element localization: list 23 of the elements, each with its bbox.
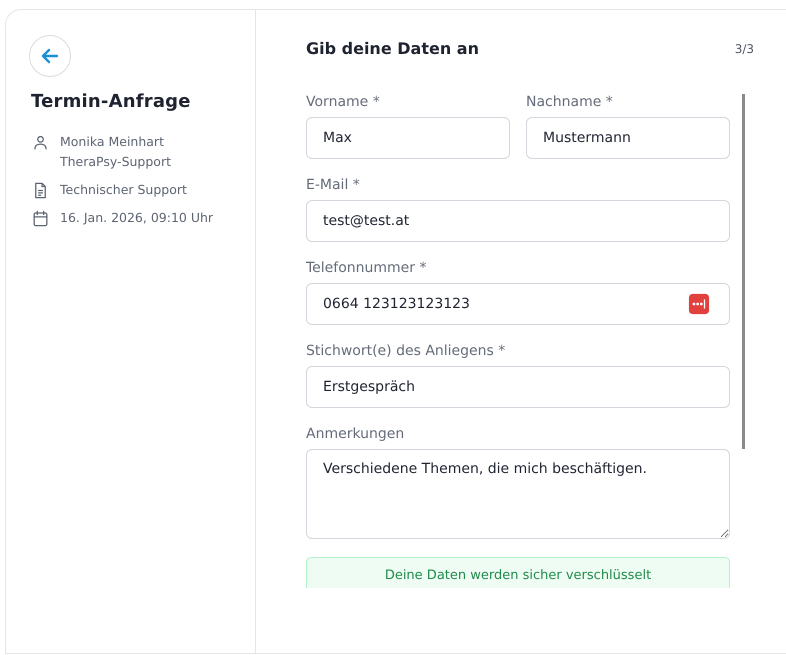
field-label: Vorname * (306, 94, 381, 110)
back-button[interactable] (29, 35, 71, 77)
field-label: Telefonnummer * (306, 260, 428, 276)
form-title: Gib deine Daten an (306, 39, 479, 58)
detail-text: TheraPsy-Support (60, 153, 171, 171)
calendar-icon (31, 209, 50, 228)
field-label: E-Mail * (306, 177, 361, 193)
text-area[interactable]: Verschiedene Themen, die mich beschäftigen. (306, 449, 730, 539)
step-counter: 3/3 (734, 42, 754, 56)
page-title: Termin-Anfrage (31, 91, 192, 112)
field-label: Anmerkungen (306, 426, 406, 442)
input-field[interactable]: 0664 123123123123 (306, 283, 730, 325)
field-label: Nachname * (526, 94, 614, 110)
notice-text: Deine Daten werden sicher verschlüsselt (384, 568, 652, 583)
detail-text: Technischer Support (60, 181, 187, 199)
input-field[interactable]: Mustermann (526, 117, 730, 159)
input-field[interactable]: Erstgespräch (306, 366, 730, 408)
detail-text: Monika Meinhart (60, 133, 165, 151)
input-field[interactable]: Max (306, 117, 510, 159)
detail-text: 16. Jan. 2026, 09:10 Uhr (60, 209, 214, 227)
field-label: Stichwort(e) des Anliegens * (306, 343, 506, 359)
scrollbar[interactable] (742, 94, 745, 449)
input-field[interactable]: test@test.at (306, 200, 730, 242)
